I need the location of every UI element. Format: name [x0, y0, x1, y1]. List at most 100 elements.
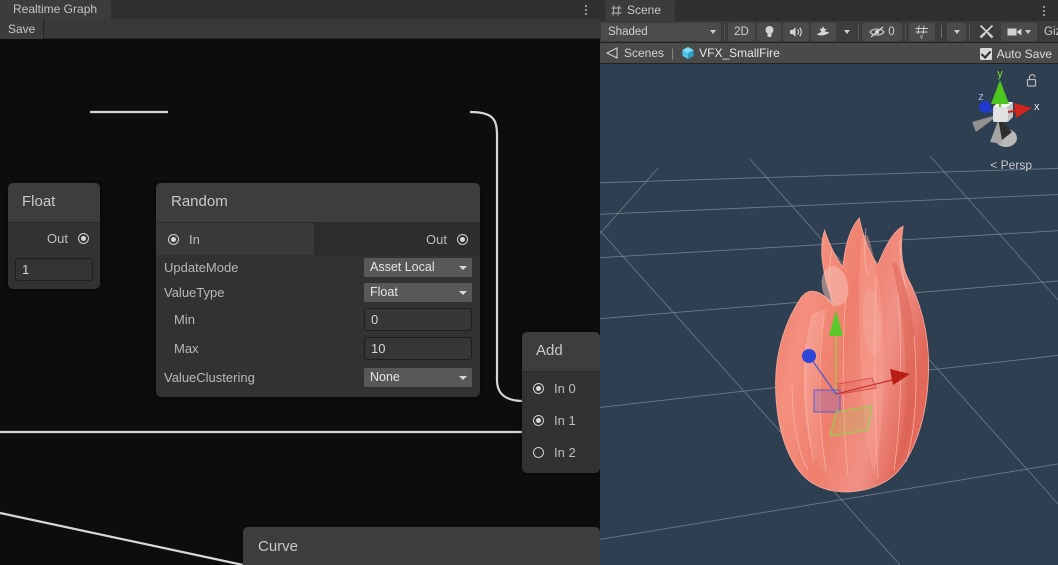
node-random-in-port[interactable]: In [156, 223, 314, 255]
chevron-down-icon [953, 29, 960, 34]
divider [969, 24, 970, 39]
lightbulb-glyph [765, 26, 773, 37]
graph-canvas[interactable]: Float Out 1 Random In Out UpdateMode Ass… [0, 40, 600, 565]
projection-mode-label[interactable]: < Persp [990, 158, 1032, 172]
tab-scene[interactable]: Scene [605, 0, 676, 21]
hidden-objects-count: 0 [888, 25, 895, 38]
effects-glyph [817, 26, 830, 36]
port-dot-icon[interactable] [533, 446, 544, 458]
auto-save-checkbox[interactable] [979, 47, 992, 60]
tab-realtime-graph[interactable]: Realtime Graph [0, 0, 112, 19]
breadcrumb-asset[interactable]: VFX_SmallFire [699, 46, 780, 60]
node-random[interactable]: Random In Out UpdateMode Asset Local Val… [156, 183, 480, 397]
breadcrumb-scenes[interactable]: Scenes [624, 46, 664, 60]
scene-toolbar: Shaded 2D 0 y Gi [600, 21, 1058, 43]
gizmo-axis-y-label: y [997, 68, 1003, 80]
port-label: Out [426, 231, 447, 247]
effects-dropdown[interactable] [838, 23, 855, 41]
kebab-menu-icon[interactable] [1038, 3, 1050, 18]
chevron-down-icon [459, 266, 467, 270]
port-dot-icon[interactable] [168, 233, 179, 245]
float-value-input[interactable]: 1 [15, 258, 93, 281]
property-label: Min [174, 312, 195, 327]
camera-glyph [1007, 28, 1022, 35]
property-label: ValueType [164, 285, 225, 300]
divider [724, 24, 725, 39]
dropdown-value: None [370, 369, 400, 384]
scene-tab-bar: Scene [600, 0, 1058, 21]
toggle-2d[interactable]: 2D [728, 22, 755, 41]
draw-mode-dropdown[interactable]: Shaded [601, 22, 721, 41]
chevron-down-icon [710, 29, 716, 34]
breadcrumb-separator: | [671, 46, 675, 60]
port-label: In 0 [554, 380, 576, 396]
property-row-min: Min 0 [156, 305, 480, 334]
tab-scene-label: Scene [627, 3, 662, 17]
grid-snap-glyph: y [915, 24, 928, 39]
speaker-icon[interactable] [783, 22, 809, 41]
port-dot-icon[interactable] [533, 382, 544, 394]
port-label: In 1 [554, 412, 576, 428]
node-random-out-port[interactable]: Out [314, 223, 480, 255]
tools-icon[interactable] [973, 23, 999, 41]
auto-save-toggle[interactable]: Auto Save [979, 43, 1052, 64]
divider [937, 23, 945, 41]
port-dot-icon[interactable] [457, 233, 468, 245]
graph-toolbar: Save [0, 19, 600, 39]
node-random-title: Random [156, 183, 480, 223]
node-random-io-strip: In Out [156, 223, 480, 255]
lightbulb-icon[interactable] [757, 22, 781, 41]
property-row-max: Max 10 [156, 334, 480, 363]
unity-editor-window: Realtime Graph Save Float Out 1 Random I… [0, 0, 1058, 565]
chevron-down-icon [1025, 29, 1031, 34]
min-input[interactable]: 0 [364, 308, 472, 331]
divider [905, 24, 906, 39]
realtime-graph-panel: Realtime Graph Save Float Out 1 Random I… [0, 0, 600, 565]
camera-icon[interactable] [1001, 22, 1037, 41]
port-dot-icon[interactable] [78, 233, 89, 244]
eye-off-icon [869, 26, 885, 37]
effects-icon[interactable] [811, 22, 836, 41]
property-row-updatemode: UpdateMode Asset Local [156, 255, 480, 280]
auto-save-label: Auto Save [996, 46, 1052, 61]
grid-snap-dropdown[interactable] [947, 22, 966, 41]
hidden-objects-toggle[interactable]: 0 [862, 22, 902, 41]
chevron-down-icon [459, 375, 467, 380]
draw-mode-value: Shaded [608, 25, 648, 38]
node-add[interactable]: Add In 0 In 1 In 2 [522, 332, 600, 473]
port-dot-icon[interactable] [533, 414, 544, 426]
valueclustering-dropdown[interactable]: None [364, 367, 472, 387]
updatemode-dropdown[interactable]: Asset Local [364, 258, 472, 277]
dropdown-value: Asset Local [370, 260, 435, 274]
node-float[interactable]: Float Out 1 [8, 183, 100, 289]
node-curve[interactable]: Curve [243, 527, 600, 565]
kebab-menu-icon[interactable] [580, 2, 592, 17]
node-add-in1-port[interactable]: In 1 [522, 404, 600, 436]
max-input[interactable]: 10 [364, 337, 472, 360]
save-button[interactable]: Save [0, 19, 45, 39]
property-label: ValueClustering [164, 369, 255, 385]
gizmos-label[interactable]: Gizmos [1039, 23, 1058, 41]
property-row-valuetype: ValueType Float [156, 280, 480, 305]
valuetype-dropdown[interactable]: Float [364, 283, 472, 302]
grid-snap-icon[interactable]: y [909, 22, 935, 41]
node-curve-title: Curve [243, 527, 600, 565]
padlock-open-icon[interactable] [1026, 74, 1037, 87]
dropdown-value: Float [370, 285, 398, 299]
chevron-down-icon [459, 291, 467, 295]
tools-glyph [979, 24, 993, 39]
node-add-in2-port[interactable]: In 2 [522, 436, 600, 468]
node-float-title: Float [8, 183, 100, 223]
node-float-out-port[interactable]: Out [8, 223, 100, 254]
node-add-in0-port[interactable]: In 0 [522, 372, 600, 404]
port-label: Out [47, 231, 68, 246]
graph-tab-bar: Realtime Graph [0, 0, 600, 19]
scene-icon [606, 47, 618, 59]
svg-text:y: y [920, 34, 923, 38]
breadcrumb: Scenes | VFX_SmallFire Auto Save [600, 43, 1058, 64]
scene-viewport[interactable]: y x z < Persp [600, 64, 1058, 565]
scene-view-panel: Scene Shaded 2D 0 y Gi Scenes | VFX_Smal… [600, 0, 1058, 565]
port-label: In 2 [554, 444, 576, 460]
gizmo-axis-x-label: x [1034, 101, 1040, 113]
gizmo-axis-z-label: z [978, 91, 984, 103]
